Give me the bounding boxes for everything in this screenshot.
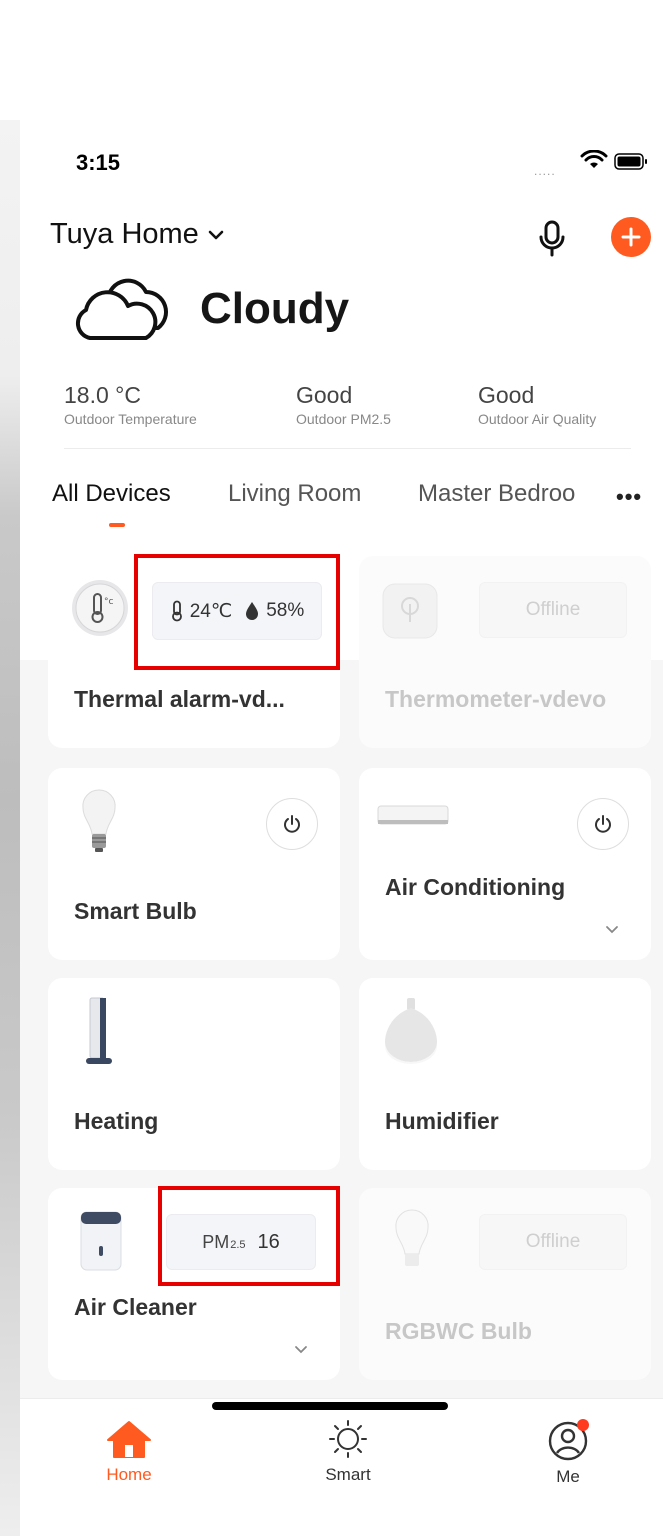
offline-status: Offline [479, 1214, 627, 1270]
home-name: Tuya Home [50, 218, 199, 250]
power-icon [284, 815, 300, 833]
stat-label: Outdoor Temperature [64, 411, 197, 427]
stat-outdoor-temperature: 18.0 °C Outdoor Temperature [64, 382, 197, 427]
nav-home[interactable]: Home [84, 1419, 174, 1485]
device-name: Thermometer-vdevo [385, 686, 607, 712]
thermometer-device-icon [382, 583, 438, 639]
tab-living-room[interactable]: Living Room [228, 480, 361, 508]
device-name: Thermal alarm-vd... [74, 686, 285, 712]
cellular-signal-icon: ..... [534, 164, 556, 178]
sun-icon [329, 1420, 367, 1458]
notification-dot [577, 1419, 589, 1431]
microphone-icon[interactable] [536, 219, 568, 259]
add-device-button[interactable] [611, 217, 651, 257]
light-bulb-icon [395, 1209, 429, 1266]
device-card-thermometer[interactable]: Offline Thermometer-vdevo [359, 556, 651, 748]
nav-label: Me [556, 1467, 580, 1486]
chevron-down-icon[interactable] [605, 925, 619, 935]
weather-condition: Cloudy [200, 284, 350, 333]
offline-status: Offline [479, 582, 627, 638]
power-icon [595, 815, 611, 833]
stat-label: Outdoor Air Quality [478, 411, 597, 427]
nav-smart[interactable]: Smart [303, 1419, 393, 1485]
plus-icon [621, 227, 641, 247]
active-tab-indicator [109, 523, 125, 527]
home-icon [107, 1421, 151, 1458]
svg-text:°c: °c [104, 597, 114, 607]
device-card-rgbwc-bulb[interactable]: Offline RGBWC Bulb [359, 1188, 651, 1380]
device-name: Smart Bulb [74, 898, 197, 924]
thermal-sensor-icon: °c [72, 580, 128, 636]
nav-me[interactable]: Me [523, 1419, 613, 1487]
cloudy-weather-icon [75, 278, 168, 340]
device-card-air-conditioning[interactable]: Air Conditioning [359, 768, 651, 960]
home-indicator [212, 1402, 448, 1410]
chevron-down-icon[interactable] [294, 1345, 308, 1355]
battery-icon [614, 153, 647, 170]
device-name: Air Conditioning [385, 874, 566, 900]
stat-label: Outdoor PM2.5 [296, 411, 391, 427]
wifi-icon [580, 150, 608, 168]
bottom-navigation: Home Smart Me [20, 1398, 663, 1536]
device-name: Humidifier [385, 1108, 499, 1134]
highlight-box [158, 1186, 340, 1286]
device-card-smart-bulb[interactable]: Smart Bulb [48, 768, 340, 960]
stat-value: Good [296, 382, 353, 408]
status-time: 3:15 [76, 150, 121, 175]
device-card-humidifier[interactable]: Humidifier [359, 978, 651, 1170]
nav-label: Smart [325, 1465, 371, 1484]
stat-value: Good [478, 382, 535, 408]
stat-outdoor-air-quality: Good Outdoor Air Quality [478, 382, 596, 427]
more-tabs-button[interactable]: ••• [616, 484, 642, 510]
air-conditioner-icon [377, 805, 449, 825]
nav-label: Home [106, 1465, 152, 1484]
device-name: Heating [74, 1108, 159, 1134]
home-selector[interactable]: Tuya Home [50, 218, 225, 251]
power-button[interactable] [577, 798, 629, 850]
stat-outdoor-pm25: Good Outdoor PM2.5 [296, 382, 391, 427]
phone-screen: 3:15 ..... Tuya Home Cloudy 18.0 °C Outd [20, 120, 663, 1536]
chevron-down-icon [208, 230, 224, 239]
power-button[interactable] [266, 798, 318, 850]
background-page-strip [0, 120, 20, 1536]
air-purifier-icon [80, 1211, 122, 1271]
stat-value: 18.0 °C [64, 382, 141, 408]
humidifier-icon [385, 998, 437, 1064]
divider [64, 448, 631, 449]
device-card-heating[interactable]: Heating [48, 978, 340, 1170]
user-profile-icon [548, 1419, 589, 1461]
light-bulb-icon [82, 789, 116, 852]
device-name: RGBWC Bulb [385, 1318, 532, 1344]
device-name: Air Cleaner [74, 1294, 197, 1320]
heater-icon [86, 997, 112, 1064]
tab-master-bedroom[interactable]: Master Bedroo [418, 480, 596, 508]
highlight-box [134, 554, 340, 670]
tab-all-devices[interactable]: All Devices [52, 480, 171, 508]
